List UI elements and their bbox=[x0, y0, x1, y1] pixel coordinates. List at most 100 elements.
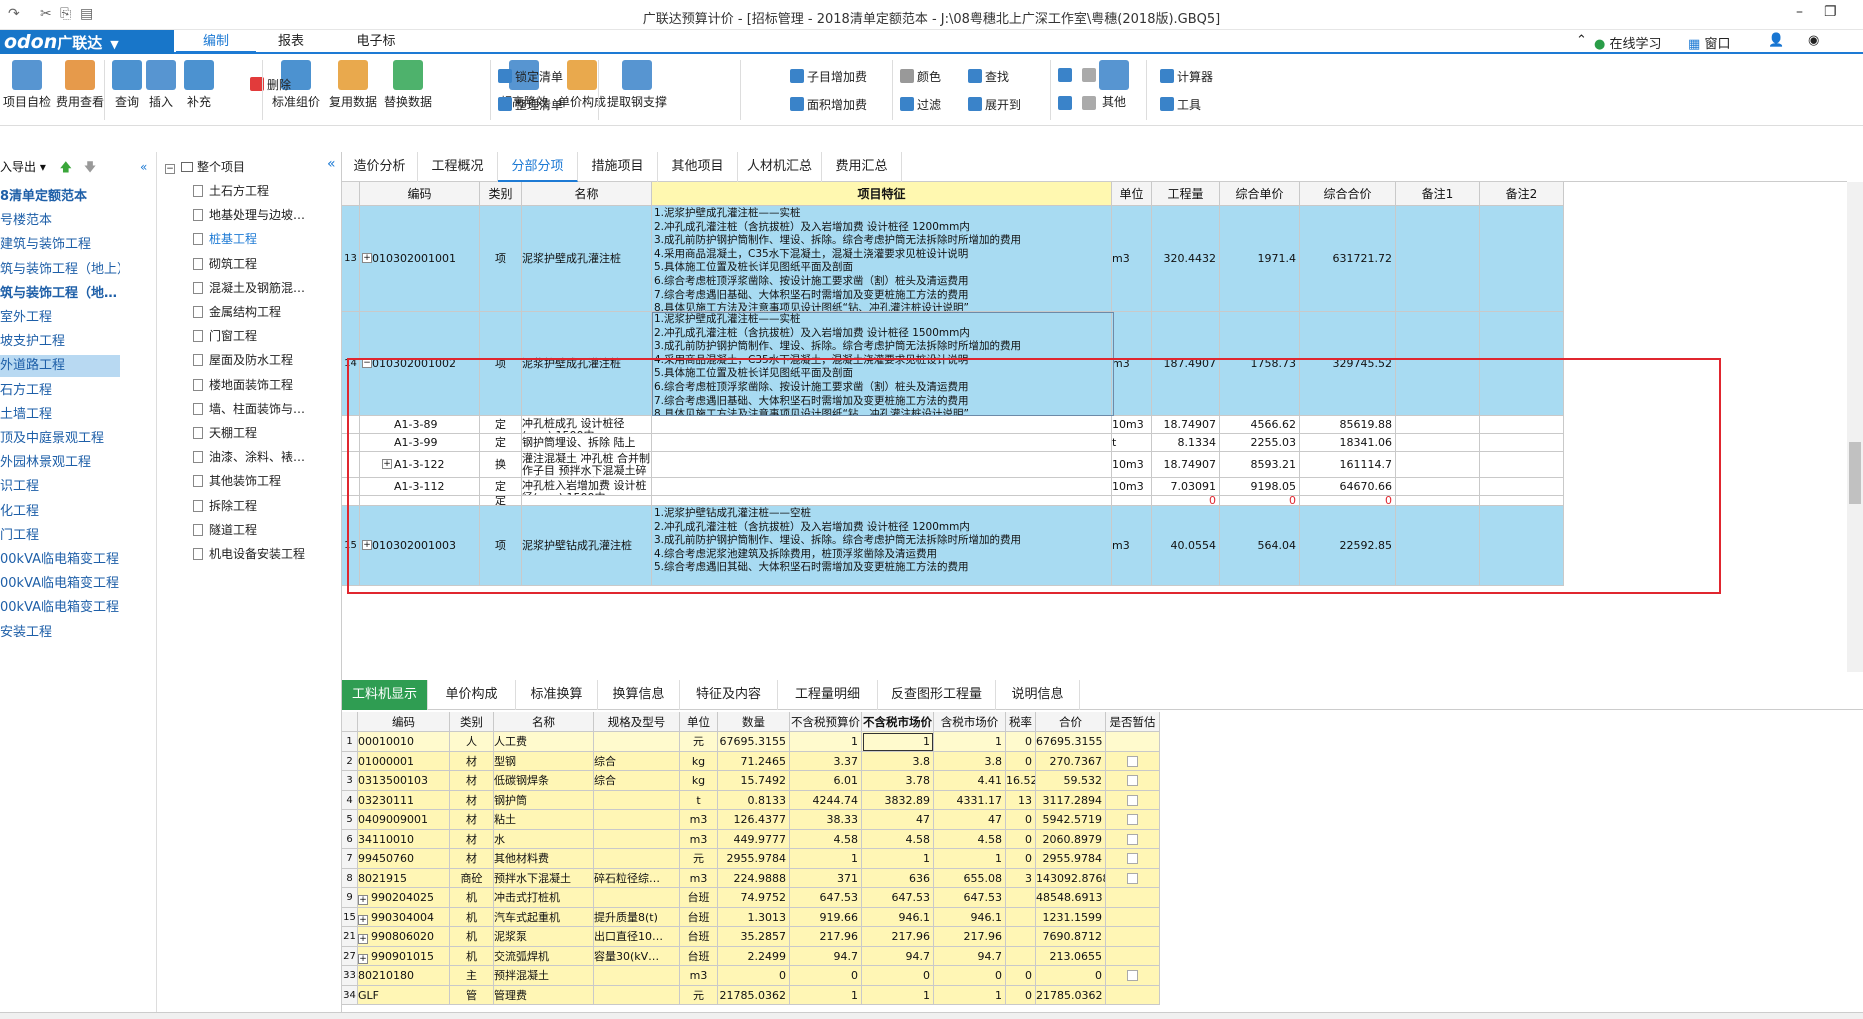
resource-cell-total[interactable]: 0 bbox=[1036, 966, 1106, 986]
estimate-checkbox[interactable] bbox=[1127, 833, 1138, 845]
resource-cell-budget[interactable]: 4.58 bbox=[790, 829, 862, 849]
tree-root[interactable]: − 整个项目 bbox=[165, 156, 245, 178]
resource-cell-tax_market[interactable]: 4.41 bbox=[934, 771, 1006, 791]
resource-cell-spec[interactable]: 碎石粒径综… bbox=[594, 868, 680, 888]
resource-cell-budget[interactable]: 3.37 bbox=[790, 751, 862, 771]
tree-item[interactable]: 拆除工程 bbox=[193, 495, 257, 517]
organize-button[interactable]: 整理清单 bbox=[498, 96, 563, 113]
area-add-button[interactable]: 面积增加费 bbox=[790, 96, 867, 113]
resource-header-11[interactable]: 合价 bbox=[1036, 712, 1106, 732]
estimate-checkbox[interactable] bbox=[1127, 755, 1138, 767]
grid-cell-remark[interactable] bbox=[1480, 206, 1564, 312]
grid-cell-qty[interactable]: 187.4907 bbox=[1152, 312, 1220, 416]
grid-cell-unit[interactable]: 10m3 bbox=[1112, 452, 1152, 478]
replace-button[interactable]: 替换数据 bbox=[382, 60, 434, 110]
resource-cell-type[interactable]: 材 bbox=[450, 849, 494, 869]
resource-cell-qty[interactable]: 2955.9784 bbox=[718, 849, 790, 869]
resource-cell-unit[interactable]: m3 bbox=[680, 966, 718, 986]
tree-item[interactable]: 楼地面装饰工程 bbox=[193, 374, 293, 396]
grid-cell-name[interactable]: 泥浆护壁成孔灌注桩 bbox=[522, 312, 652, 416]
resource-estimate-cell[interactable] bbox=[1106, 946, 1160, 966]
move-up-icon[interactable]: 🡅 bbox=[60, 160, 72, 174]
resource-cell-budget[interactable]: 1 bbox=[790, 849, 862, 869]
arrow-right-icon[interactable] bbox=[1082, 96, 1096, 110]
price-structure-button[interactable]: 单价构成 bbox=[556, 60, 608, 110]
import-export-button[interactable]: 入导出 bbox=[0, 160, 36, 174]
resource-cell-spec[interactable] bbox=[594, 790, 680, 810]
resource-cell-rate[interactable] bbox=[1006, 946, 1036, 966]
resource-cell-tax_market[interactable]: 47 bbox=[934, 810, 1006, 830]
resource-cell-qty[interactable]: 449.9777 bbox=[718, 829, 790, 849]
estimate-checkbox[interactable] bbox=[1127, 872, 1138, 884]
resource-cell-qty[interactable]: 224.9888 bbox=[718, 868, 790, 888]
left-project-item[interactable]: 坡支护工程 bbox=[0, 331, 120, 353]
resource-cell-type[interactable]: 商砼 bbox=[450, 868, 494, 888]
grid-cell-features[interactable] bbox=[652, 434, 1112, 452]
grid-cell-total[interactable]: 18341.06 bbox=[1300, 434, 1396, 452]
resource-cell-code[interactable]: +990806020 bbox=[358, 927, 450, 947]
grid-cell-total[interactable]: 161114.7 bbox=[1300, 452, 1396, 478]
resource-cell-code[interactable]: GLF bbox=[358, 985, 450, 1005]
resource-cell-budget[interactable]: 371 bbox=[790, 868, 862, 888]
resource-cell-total[interactable]: 1231.1599 bbox=[1036, 907, 1106, 927]
grid-cell-total[interactable]: 631721.72 bbox=[1300, 206, 1396, 312]
left-project-item[interactable]: 室外工程 bbox=[0, 307, 120, 329]
resource-cell-code[interactable]: 80210180 bbox=[358, 966, 450, 986]
resource-cell-qty[interactable]: 71.2465 bbox=[718, 751, 790, 771]
grid-cell-name[interactable]: 泥浆护壁成孔灌注桩 bbox=[522, 206, 652, 312]
estimate-checkbox[interactable] bbox=[1127, 794, 1138, 806]
resource-cell-name[interactable]: 型钢 bbox=[494, 751, 594, 771]
resource-cell-spec[interactable]: 出口直径10… bbox=[594, 927, 680, 947]
grid-cell-total[interactable]: 329745.52 bbox=[1300, 312, 1396, 416]
grid-cell-remark[interactable] bbox=[1396, 416, 1480, 434]
tree-item[interactable]: 金属结构工程 bbox=[193, 301, 281, 323]
grid-cell-price[interactable]: 8593.21 bbox=[1220, 452, 1300, 478]
grid-cell-type[interactable]: 换 bbox=[480, 452, 522, 478]
resource-cell-rate[interactable]: 16.52 bbox=[1006, 771, 1036, 791]
user-icon[interactable]: 👤 bbox=[1768, 33, 1784, 48]
resource-cell-market[interactable]: 3.78 bbox=[862, 771, 934, 791]
resource-cell-market[interactable]: 636 bbox=[862, 868, 934, 888]
restore-icon[interactable]: ❐ bbox=[1824, 4, 1837, 20]
resource-cell-tax_market[interactable]: 94.7 bbox=[934, 946, 1006, 966]
resource-estimate-cell[interactable] bbox=[1106, 771, 1160, 791]
resource-cell-budget[interactable]: 38.33 bbox=[790, 810, 862, 830]
resource-cell-tax_market[interactable]: 1 bbox=[934, 732, 1006, 752]
resource-cell-type[interactable]: 材 bbox=[450, 829, 494, 849]
resource-cell-market[interactable]: 946.1 bbox=[862, 907, 934, 927]
grid-cell-code[interactable]: A1-3-89 bbox=[360, 416, 480, 434]
grid-cell-features[interactable]: 1.泥浆护壁成孔灌注桩——实桩 2.冲孔成孔灌注桩（含抗拔桩）及入岩增加费 设计… bbox=[652, 312, 1112, 416]
resource-cell-type[interactable]: 材 bbox=[450, 790, 494, 810]
resource-cell-name[interactable]: 其他材料费 bbox=[494, 849, 594, 869]
grid-cell-type[interactable]: 定 bbox=[480, 434, 522, 452]
expand-icon[interactable]: + bbox=[358, 934, 368, 944]
bottom-tab-0[interactable]: 工料机显示 bbox=[342, 680, 428, 710]
left-project-item[interactable]: 筑与装饰工程（地… bbox=[0, 283, 120, 305]
left-project-item[interactable]: 外园林景观工程 bbox=[0, 452, 120, 474]
resource-cell-spec[interactable] bbox=[594, 966, 680, 986]
grid-cell-type[interactable]: 项 bbox=[480, 312, 522, 416]
resource-cell-spec[interactable]: 提升质量8(t) bbox=[594, 907, 680, 927]
resource-cell-budget[interactable]: 0 bbox=[790, 966, 862, 986]
left-project-item[interactable]: 土墙工程 bbox=[0, 404, 120, 426]
grid-cell-remark[interactable] bbox=[1396, 506, 1480, 586]
resource-cell-market[interactable]: 0 bbox=[862, 966, 934, 986]
menu-tab-ebid[interactable]: 电子标 bbox=[336, 30, 416, 54]
resource-estimate-cell[interactable] bbox=[1106, 868, 1160, 888]
resource-cell-type[interactable]: 机 bbox=[450, 927, 494, 947]
tree-item[interactable]: 其他装饰工程 bbox=[193, 470, 281, 492]
resource-header-3[interactable]: 名称 bbox=[494, 712, 594, 732]
resource-cell-code[interactable]: 0409009001 bbox=[358, 810, 450, 830]
left-project-item[interactable]: 筑与装饰工程（地上） bbox=[0, 259, 120, 281]
grid-cell-code[interactable]: −010302001002 bbox=[360, 312, 480, 416]
tab-0[interactable]: 造价分析 bbox=[342, 152, 418, 182]
grid-cell-features[interactable] bbox=[652, 416, 1112, 434]
grid-cell-total[interactable]: 85619.88 bbox=[1300, 416, 1396, 434]
grid-header-5[interactable]: 单位 bbox=[1112, 182, 1152, 206]
tree-item[interactable]: 天棚工程 bbox=[193, 422, 257, 444]
resource-header-6[interactable]: 数量 bbox=[718, 712, 790, 732]
resource-cell-qty[interactable]: 15.7492 bbox=[718, 771, 790, 791]
resource-cell-name[interactable]: 预拌水下混凝土 bbox=[494, 868, 594, 888]
resource-cell-unit[interactable]: m3 bbox=[680, 810, 718, 830]
resource-cell-market[interactable]: 47 bbox=[862, 810, 934, 830]
